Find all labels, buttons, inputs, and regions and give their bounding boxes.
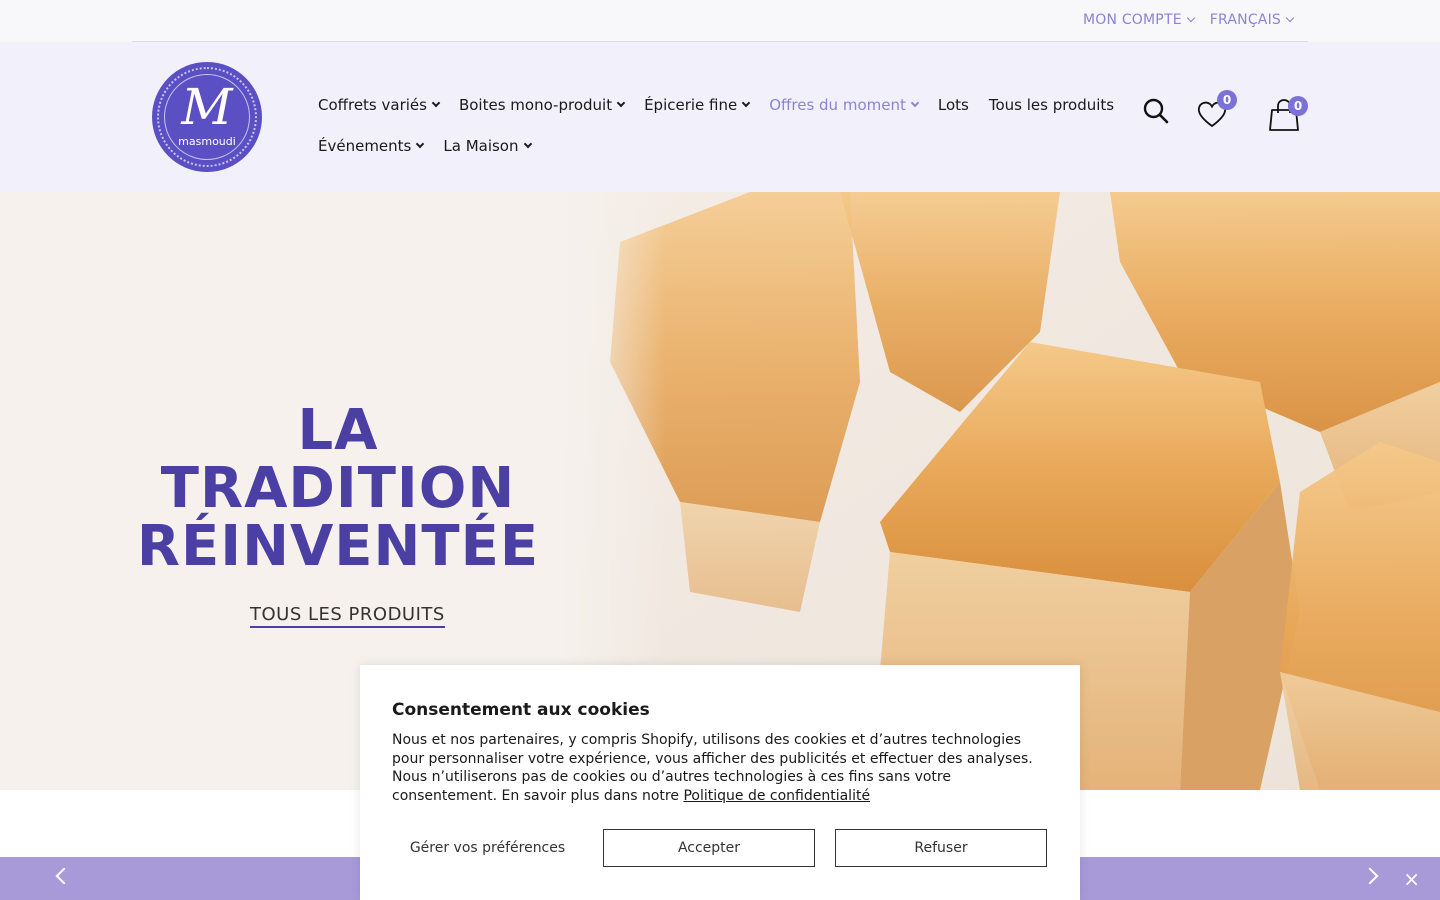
search-button[interactable] xyxy=(1143,98,1169,128)
nav-row-secondary: Événements La Maison xyxy=(318,125,1128,166)
chevron-down-icon xyxy=(523,139,532,148)
chevron-down-icon xyxy=(431,98,441,107)
cookie-body: Nous et nos partenaires, y compris Shopi… xyxy=(392,731,1052,805)
privacy-policy-link[interactable]: Politique de confidentialité xyxy=(683,788,870,804)
nav-item[interactable]: Événements xyxy=(318,136,425,155)
nav-item-label: Boites mono-produit xyxy=(458,95,613,114)
cookie-consent-dialog: Consentement aux cookies Nous et nos par… xyxy=(360,665,1080,900)
hero-title-line3: RÉINVENTÉE xyxy=(136,514,540,579)
close-icon[interactable]: × xyxy=(1403,869,1420,889)
main-nav: Coffrets variés Boites mono-produit Épicer… xyxy=(318,84,1128,166)
nav-item-label: Épicerie fine xyxy=(644,95,738,114)
chevron-down-icon xyxy=(416,139,425,148)
chevron-right-icon[interactable] xyxy=(1361,867,1379,885)
nav-item-label: La Maison xyxy=(443,136,519,155)
cookie-title: Consentement aux cookies xyxy=(392,700,650,720)
cart-count-badge: 0 xyxy=(1288,96,1308,116)
wishlist-count-badge: 0 xyxy=(1217,90,1237,110)
top-utility-bar: MON COMPTE FRANÇAIS xyxy=(0,0,1440,42)
nav-item[interactable]: Tous les produits xyxy=(989,96,1114,114)
nav-item-label: Coffrets variés xyxy=(318,95,427,114)
nav-item[interactable]: Offres du moment xyxy=(769,95,920,114)
wishlist-button[interactable]: 0 xyxy=(1197,90,1237,132)
topbar-links: MON COMPTE FRANÇAIS xyxy=(1083,12,1295,28)
account-menu[interactable]: MON COMPTE xyxy=(1083,12,1196,28)
account-label: MON COMPTE xyxy=(1083,12,1182,28)
nav-item-label: Événements xyxy=(318,136,412,155)
chevron-down-icon xyxy=(1285,13,1295,23)
language-selector[interactable]: FRANÇAIS xyxy=(1209,12,1295,28)
chevron-down-icon xyxy=(1186,13,1196,23)
hero-title-line2: TRADITION xyxy=(160,456,516,521)
nav-item[interactable]: Boites mono-produit xyxy=(458,95,626,114)
nav-item[interactable]: Coffrets variés xyxy=(318,95,441,114)
chevron-down-icon xyxy=(616,98,626,107)
nav-row-primary: Coffrets variés Boites mono-produit Épicer… xyxy=(318,84,1128,125)
nav-item-label: Tous les produits xyxy=(988,95,1115,114)
nav-item-label: Lots xyxy=(937,95,969,114)
hero-title-line1: LA xyxy=(297,398,379,463)
hero-title: LA TRADITION RÉINVENTÉE xyxy=(118,402,558,576)
all-products-link[interactable]: TOUS LES PRODUITS xyxy=(250,604,445,628)
chevron-left-icon[interactable] xyxy=(55,867,73,885)
site-header: M masmoudi Coffrets variés Boites mono-pr… xyxy=(0,42,1440,192)
brand-logo[interactable]: M masmoudi xyxy=(152,62,262,172)
nav-item-label: Offres du moment xyxy=(769,95,906,114)
accept-button[interactable]: Accepter xyxy=(603,829,815,867)
manage-preferences-button[interactable]: Gérer vos préférences xyxy=(392,829,583,867)
language-label: FRANÇAIS xyxy=(1209,12,1281,28)
chevron-down-icon xyxy=(742,98,751,107)
cart-button[interactable]: 0 xyxy=(1267,96,1308,136)
nav-item[interactable]: Épicerie fine xyxy=(644,95,751,114)
decline-button[interactable]: Refuser xyxy=(835,829,1047,867)
nav-item[interactable]: La Maison xyxy=(443,136,532,155)
logo-text: masmoudi xyxy=(178,135,236,148)
nav-item[interactable]: Lots xyxy=(938,96,969,114)
search-icon xyxy=(1143,98,1169,124)
logo-monogram: M xyxy=(181,78,233,136)
chevron-down-icon xyxy=(910,98,920,107)
